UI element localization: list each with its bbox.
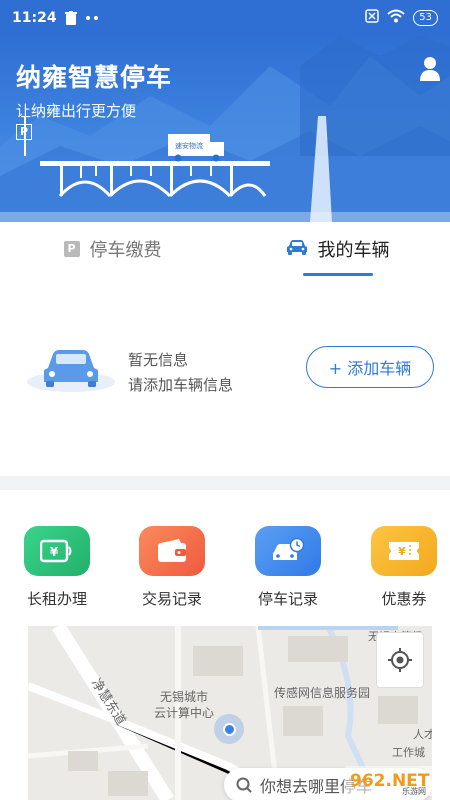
trash-icon bbox=[64, 11, 77, 25]
parking-record-icon bbox=[255, 526, 321, 576]
more-dots-icon bbox=[85, 15, 99, 21]
app-subtitle: 让纳雍出行更方便 bbox=[16, 102, 137, 120]
car-icon bbox=[286, 239, 308, 260]
action-label: 长租办理 bbox=[26, 590, 87, 608]
car-illustration bbox=[26, 338, 116, 398]
header-banner: 速安物流 纳雍智慧停车 让纳雍出行更方便 P bbox=[0, 36, 450, 222]
tab-my-vehicles[interactable]: 我的车辆 bbox=[225, 222, 450, 276]
action-label: 交易记录 bbox=[141, 590, 202, 608]
wifi-icon bbox=[387, 9, 405, 27]
locate-button[interactable] bbox=[376, 632, 424, 688]
status-time: 11:24 bbox=[12, 10, 57, 26]
map-label: 工作城 bbox=[392, 746, 425, 759]
sim-off-icon bbox=[365, 9, 380, 27]
tab-bar: P 停车缴费 我的车辆 bbox=[0, 222, 450, 276]
tab-label: 我的车辆 bbox=[317, 240, 390, 261]
map-label: 传感网信息服务园 bbox=[274, 686, 371, 700]
map-label: 云计算中心 bbox=[154, 706, 215, 720]
action-coupons[interactable]: ¥ 优惠券 bbox=[359, 526, 449, 609]
empty-state-title: 暂无信息 bbox=[128, 351, 189, 369]
add-vehicle-button[interactable]: + 添加车辆 bbox=[306, 346, 434, 388]
svg-text:¥: ¥ bbox=[398, 545, 406, 558]
action-transaction-records[interactable]: 交易记录 bbox=[127, 526, 217, 609]
map-label: 无锡城市 bbox=[160, 690, 209, 704]
app-screen: 11:24 53 速安物流 纳雍智慧停车 让纳雍出行更方便 P P 停车缴费 我… bbox=[0, 0, 450, 800]
vehicle-panel: 暂无信息 请添加车辆信息 + 添加车辆 bbox=[0, 276, 450, 476]
search-icon bbox=[236, 777, 252, 793]
action-parking-records[interactable]: 停车记录 bbox=[243, 526, 333, 609]
user-profile-icon[interactable] bbox=[418, 56, 442, 82]
tab-label: 停车缴费 bbox=[89, 240, 162, 261]
action-label: 停车记录 bbox=[257, 590, 318, 608]
current-location-marker bbox=[214, 714, 244, 744]
coupon-icon: ¥ bbox=[371, 526, 437, 576]
watermark-sub: 乐游网 bbox=[402, 786, 426, 796]
parking-icon: P bbox=[63, 241, 80, 257]
action-label: 优惠券 bbox=[381, 590, 427, 608]
app-title: 纳雍智慧停车 bbox=[16, 63, 173, 92]
tab-parking-payment[interactable]: P 停车缴费 bbox=[0, 222, 225, 276]
empty-state-hint: 请添加车辆信息 bbox=[128, 376, 234, 394]
locate-icon bbox=[388, 648, 412, 672]
wallet-icon bbox=[139, 526, 205, 576]
truck-text: 速安物流 bbox=[175, 141, 203, 150]
status-bar: 11:24 53 bbox=[0, 0, 450, 36]
map-label: 人才 bbox=[413, 728, 432, 741]
long-term-rental-icon: ¥ bbox=[24, 526, 90, 576]
svg-text:¥: ¥ bbox=[50, 545, 59, 559]
action-long-term-rental[interactable]: ¥ 长租办理 bbox=[12, 526, 102, 609]
site-watermark: 962.NET 乐游网 bbox=[344, 766, 444, 796]
battery-level: 53 bbox=[413, 10, 438, 26]
parking-sign-icon: P bbox=[16, 124, 32, 140]
